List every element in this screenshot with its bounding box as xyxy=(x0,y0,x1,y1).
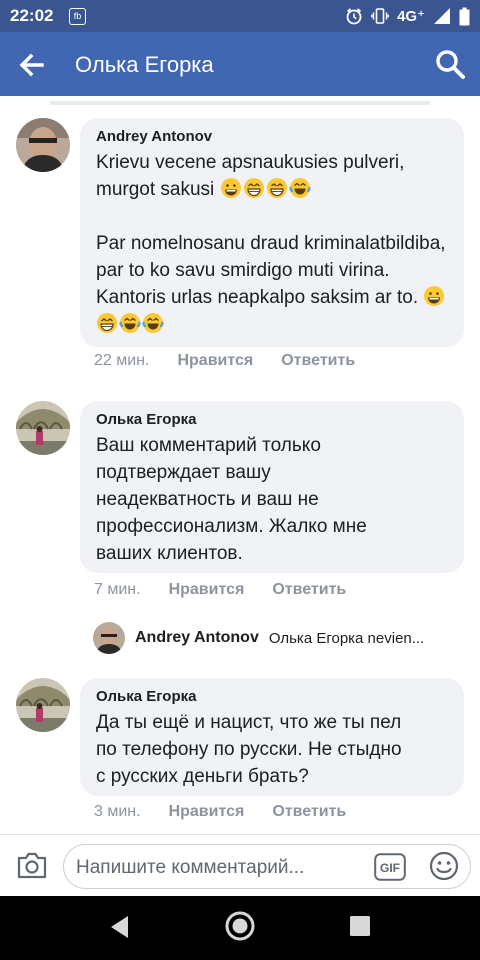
comment-timestamp: 3 мин. xyxy=(94,803,141,820)
comment-line: профессионализм. Жалко мне xyxy=(96,516,367,537)
reply-button[interactable]: Ответить xyxy=(272,581,346,599)
facebook-notification-icon: fb xyxy=(69,8,86,25)
comment-meta: 3 мин. Нравится Ответить xyxy=(94,803,346,821)
vibrate-icon xyxy=(371,8,389,24)
beaming-face-emoji-icon xyxy=(243,178,264,198)
comment-bubble[interactable]: Олька Егорка Да ты ещё и нацист, что же … xyxy=(80,678,464,796)
search-icon[interactable] xyxy=(434,48,466,80)
tears-of-joy-emoji-icon xyxy=(142,313,164,333)
comment-meta: 22 мин. Нравится Ответить xyxy=(94,352,355,370)
back-arrow-icon[interactable] xyxy=(16,50,46,80)
status-bar: 22:02 fb 4G⁺ xyxy=(0,0,480,32)
comment-thread[interactable]: Andrey Antonov Krievu vecene apsnaukusie… xyxy=(0,96,480,834)
avatar xyxy=(93,622,125,654)
comment-author[interactable]: Олька Егорка xyxy=(96,411,448,428)
comment-bubble[interactable]: Олька Егорка Ваш комментарий только подт… xyxy=(80,401,464,573)
comment-bubble[interactable]: Andrey Antonov Krievu vecene apsnaukusie… xyxy=(80,118,464,347)
beaming-face-emoji-icon xyxy=(266,178,287,198)
like-button[interactable]: Нравится xyxy=(169,581,245,599)
comment-author[interactable]: Олька Егорка xyxy=(96,688,448,705)
camera-icon[interactable] xyxy=(16,849,48,881)
battery-icon xyxy=(459,7,470,25)
alarm-icon xyxy=(346,8,362,25)
comment-line: Да ты ещё и нацист, что же ты пел xyxy=(96,712,402,733)
gif-label: GIF xyxy=(380,861,400,875)
reply-preview[interactable]: Andrey Antonov Олька Егорка nevien... xyxy=(93,622,424,654)
status-time: 22:02 xyxy=(10,6,54,25)
reply-button[interactable]: Ответить xyxy=(281,352,355,370)
tears-of-joy-emoji-icon xyxy=(119,313,141,333)
emoji-picker-icon[interactable] xyxy=(428,850,460,882)
comment-line: ваших клиентов. xyxy=(96,543,243,564)
avatar[interactable] xyxy=(16,678,70,732)
reply-author: Andrey Antonov xyxy=(135,629,259,646)
comment-line: с русских деньги брать? xyxy=(96,766,309,787)
beaming-face-emoji-icon xyxy=(97,313,117,333)
comment-timestamp: 7 мин. xyxy=(94,581,141,598)
comment-line: подтверждает вашу xyxy=(96,462,271,483)
grinning-sweat-emoji-icon xyxy=(220,178,241,198)
system-navigation-bar xyxy=(0,896,480,960)
avatar[interactable] xyxy=(16,118,70,172)
nav-back-icon[interactable] xyxy=(108,914,132,940)
comment-author[interactable]: Andrey Antonov xyxy=(96,128,448,145)
like-button[interactable]: Нравится xyxy=(177,352,253,370)
scroll-indicator xyxy=(50,101,430,105)
reply-button[interactable]: Ответить xyxy=(272,803,346,821)
gif-button[interactable]: GIF xyxy=(374,853,406,881)
emoji-group xyxy=(214,178,311,200)
comment-composer: Напишите комментарий... GIF xyxy=(0,834,480,896)
comment-text: Ваш комментарий только подтверждает вашу… xyxy=(96,432,448,567)
avatar[interactable] xyxy=(16,401,70,455)
status-icons: 4G⁺ xyxy=(345,6,470,26)
reply-snippet: Олька Егорка nevien... xyxy=(268,629,425,647)
grinning-sweat-emoji-icon xyxy=(424,286,445,306)
network-type-label: 4G⁺ xyxy=(397,8,425,25)
app-header: Олька Егорка xyxy=(0,32,480,96)
comment-paragraph: Par nomelnosanu draud kriminalatbildiba,… xyxy=(96,233,446,308)
comment-line: Ваш комментарий только xyxy=(96,435,321,456)
comment-timestamp: 22 мин. xyxy=(94,352,150,369)
signal-icon xyxy=(434,8,450,24)
nav-home-icon[interactable] xyxy=(224,910,256,942)
comment-line: по телефону по русски. Не стыдно xyxy=(96,739,402,760)
like-button[interactable]: Нравится xyxy=(169,803,245,821)
page-title: Олька Егорка xyxy=(75,52,214,77)
comment-line: неадекватность и ваш не xyxy=(96,489,319,510)
tears-of-joy-emoji-icon xyxy=(289,178,311,198)
comment-meta: 7 мин. Нравится Ответить xyxy=(94,581,346,599)
nav-recents-icon[interactable] xyxy=(350,916,370,936)
comment-text: Да ты ещё и нацист, что же ты пел по тел… xyxy=(96,709,448,790)
comment-input-placeholder: Напишите комментарий... xyxy=(76,857,305,878)
comment-input[interactable]: Напишите комментарий... GIF xyxy=(63,844,471,889)
comment-text: Krievu vecene apsnaukusies pulveri, murg… xyxy=(96,149,448,338)
